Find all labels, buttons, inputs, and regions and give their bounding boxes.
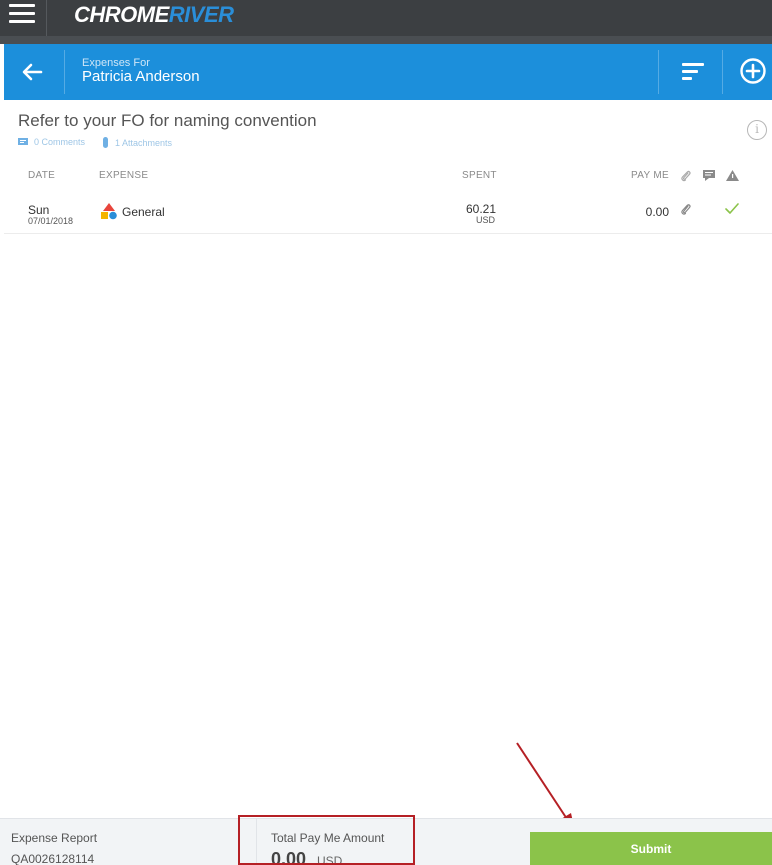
column-header-expense: EXPENSE <box>99 170 149 181</box>
row-spent-amount: 60.21 <box>465 202 496 216</box>
column-header-spent: SPENT <box>462 170 497 181</box>
row-pay-me-amount: 0.00 <box>645 205 669 219</box>
brand-logo-part2: RIVER <box>168 2 234 27</box>
brand-logo: CHROMERIVER <box>74 2 234 28</box>
page-header: Expenses For Patricia Anderson <box>4 44 772 100</box>
comments-link[interactable]: 0 Comments <box>18 137 85 147</box>
report-name: Refer to your FO for naming convention <box>18 111 317 130</box>
add-circle-icon <box>740 58 766 84</box>
back-button[interactable] <box>4 44 64 100</box>
row-day: Sun <box>28 203 50 217</box>
total-pay-me-label: Total Pay Me Amount <box>271 831 385 845</box>
general-expense-icon <box>101 203 117 220</box>
column-header-pay-me: PAY ME <box>631 170 669 181</box>
add-expense-button[interactable] <box>726 44 772 100</box>
attachments-count: 1 Attachments <box>115 137 173 148</box>
table-row[interactable]: Sun 07/01/2018 General 60.21 USD 0.00 <box>4 192 772 234</box>
brand-divider <box>46 0 47 36</box>
hamburger-menu-icon[interactable] <box>9 4 35 26</box>
info-button[interactable]: i <box>747 120 767 140</box>
expense-report-id: QA0026128114 <box>11 852 95 865</box>
total-pay-me-value: 0.00 <box>271 849 307 865</box>
column-header-date: DATE <box>28 170 56 181</box>
row-expense-type: General <box>122 205 165 219</box>
total-pay-me-currency: USD <box>317 854 343 865</box>
attachment-icon[interactable] <box>680 203 692 216</box>
row-date: 07/01/2018 <box>28 216 74 226</box>
report-footer: Expense Report QA0026128114 Total Pay Me… <box>0 818 772 865</box>
attachment-column-icon <box>681 170 691 182</box>
approved-check-icon <box>725 203 739 214</box>
top-bar: CHROMERIVER <box>0 0 772 36</box>
comment-column-icon <box>703 170 715 181</box>
sort-button[interactable] <box>662 44 724 100</box>
comment-icon <box>18 137 28 145</box>
attachments-link[interactable]: 1 Attachments <box>102 137 172 148</box>
row-spent-currency: USD <box>475 215 495 225</box>
warning-column-icon <box>726 170 739 181</box>
back-arrow-icon <box>22 63 43 81</box>
expense-report-page: CHROMERIVER Expenses For Patricia Anders… <box>0 0 772 865</box>
header-divider <box>722 50 723 94</box>
expense-report-label: Expense Report <box>11 831 98 845</box>
footer-divider <box>256 819 257 865</box>
submit-button[interactable]: Submit <box>530 832 772 865</box>
top-bar-strip <box>0 36 772 44</box>
brand-logo-part1: CHROME <box>74 2 169 27</box>
comments-count: 0 Comments <box>34 137 86 147</box>
paperclip-icon <box>103 137 108 148</box>
header-divider <box>658 50 659 94</box>
info-icon: i <box>755 122 759 136</box>
page-title: Patricia Anderson <box>82 68 200 85</box>
header-divider <box>64 50 65 94</box>
